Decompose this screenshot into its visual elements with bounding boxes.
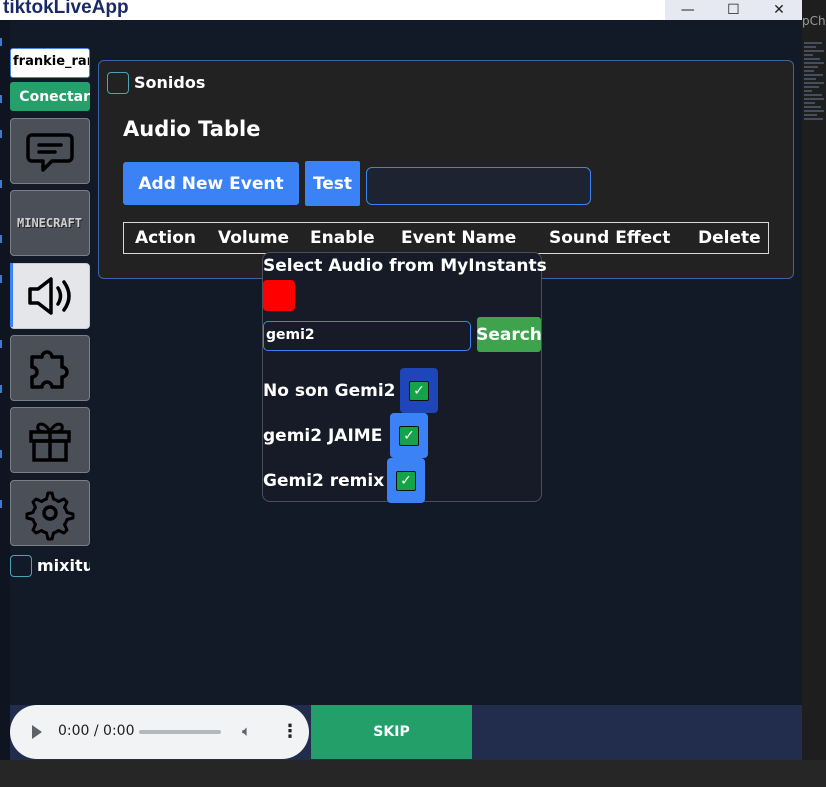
chat-bubble-icon xyxy=(26,133,74,172)
close-button[interactable]: ✕ xyxy=(756,0,802,20)
myinstants-search-input[interactable]: gemi2 xyxy=(263,321,471,351)
mixitup-checkbox[interactable] xyxy=(10,555,32,577)
result-label: gemi2 JAIME xyxy=(263,426,383,446)
audio-table-heading: Audio Table xyxy=(123,117,261,141)
editor-tab-fragment: pCh xyxy=(802,14,826,28)
close-dropdown-button[interactable] xyxy=(263,280,295,311)
audio-table-header: Action Volume Enable Event Name Sound Ef… xyxy=(123,222,769,254)
background-editor: pCh xyxy=(802,0,826,760)
audio-player: 0:00 / 0:00 🔈︎ ⋮ xyxy=(10,705,309,759)
check-icon: ✓ xyxy=(396,470,416,491)
gift-icon xyxy=(29,422,71,462)
column-header-volume: Volume xyxy=(218,228,290,248)
column-header-action: Action xyxy=(135,228,196,248)
more-options-icon[interactable]: ⋮ xyxy=(281,721,299,742)
window-title: tiktokLiveApp xyxy=(3,0,129,18)
desktop-bottom-area xyxy=(0,760,826,787)
nav-chat-button[interactable] xyxy=(10,118,90,184)
column-header-event-name: Event Name xyxy=(401,228,517,248)
active-nav-indicator xyxy=(10,263,13,327)
nav-minecraft-button[interactable]: MINECRAFT xyxy=(10,190,90,256)
username-input[interactable]: frankie_rar xyxy=(10,48,90,78)
result-label: No son Gemi2 xyxy=(263,381,396,401)
dropdown-title: Select Audio from MyInstants xyxy=(263,256,547,276)
add-new-event-button[interactable]: Add New Event xyxy=(123,162,299,205)
connect-button-label: Conectar xyxy=(19,88,90,105)
column-header-sound-effect: Sound Effect xyxy=(549,228,671,248)
sonidos-checkbox[interactable] xyxy=(107,72,129,94)
check-icon: ✓ xyxy=(409,380,429,401)
skip-button[interactable]: SKIP xyxy=(311,705,472,759)
minimize-button[interactable]: — xyxy=(665,0,711,20)
result-select-button[interactable]: ✓ xyxy=(400,368,438,413)
puzzle-icon xyxy=(30,350,69,389)
speaker-icon xyxy=(28,277,71,315)
audio-time: 0:00 / 0:00 xyxy=(58,723,135,739)
column-header-enable: Enable xyxy=(310,228,375,248)
column-header-delete: Delete xyxy=(698,228,761,248)
test-button[interactable]: Test xyxy=(305,161,360,206)
result-label: Gemi2 remix xyxy=(263,471,385,491)
gear-icon xyxy=(25,491,75,541)
result-select-button[interactable]: ✓ xyxy=(390,413,428,458)
check-icon: ✓ xyxy=(399,425,419,446)
nav-gifts-button[interactable] xyxy=(10,407,90,473)
test-input[interactable] xyxy=(366,167,591,205)
nav-settings-button[interactable] xyxy=(10,480,90,546)
connect-button[interactable]: Conectar xyxy=(10,82,90,111)
audio-progress-bar[interactable] xyxy=(139,730,221,734)
nav-sound-button[interactable] xyxy=(10,263,90,329)
nav-plugins-button[interactable] xyxy=(10,335,90,401)
title-bar: tiktokLiveApp — ☐ ✕ xyxy=(0,0,802,20)
window-controls: — ☐ ✕ xyxy=(665,0,802,20)
myinstants-search-button[interactable]: Search xyxy=(476,317,542,352)
result-select-button[interactable]: ✓ xyxy=(387,458,425,503)
volume-icon[interactable]: 🔈︎ xyxy=(242,722,251,740)
play-icon[interactable] xyxy=(32,725,42,739)
minecraft-logo: MINECRAFT xyxy=(17,216,83,230)
sonidos-label: Sonidos xyxy=(134,73,206,92)
maximize-button[interactable]: ☐ xyxy=(711,0,757,20)
editor-code-lines xyxy=(804,40,826,122)
left-edge-strip xyxy=(0,20,10,760)
mixitup-label: mixitup xyxy=(37,556,90,575)
